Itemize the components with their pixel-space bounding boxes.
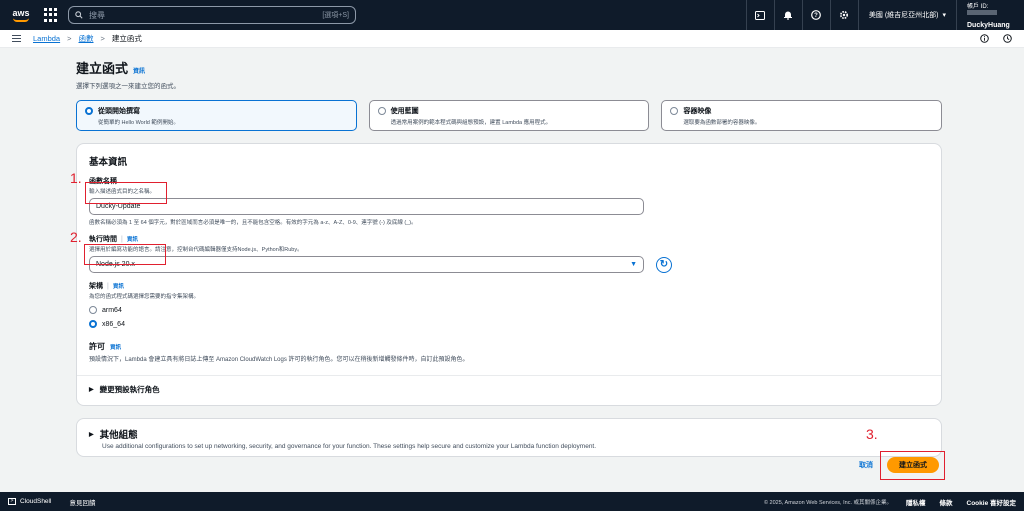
privacy-link[interactable]: 隱私權	[906, 497, 926, 507]
expander-label: 變更預設執行角色	[99, 385, 160, 394]
chevron-right-icon: >	[67, 34, 72, 43]
tile-title: 容器映像	[683, 108, 712, 115]
breadcrumb-lambda[interactable]: Lambda	[33, 34, 60, 43]
arch-option-x86-64[interactable]: x86_64	[89, 320, 929, 328]
caret-down-icon: ▼	[630, 261, 637, 268]
terms-link[interactable]: 條款	[940, 497, 953, 507]
divider	[77, 375, 941, 376]
permissions-label: 許可 資訊	[89, 342, 122, 351]
tile-desc: 選取要為函數部署的容器映像。	[683, 120, 761, 126]
other-config-desc: Use additional configurations to set up …	[102, 443, 597, 450]
cancel-button[interactable]: 取消	[859, 460, 873, 470]
chevron-right-icon: >	[100, 34, 105, 43]
notifications-bell-icon[interactable]	[773, 0, 802, 30]
radio-unselected-icon[interactable]	[670, 107, 679, 115]
breadcrumb-functions[interactable]: 函數	[79, 33, 94, 44]
page-header: 建立函式 資訊	[76, 58, 942, 77]
annotation-box-create-button	[880, 451, 945, 480]
page-title: 建立函式	[76, 61, 129, 76]
breadcrumb-current: 建立函式	[111, 34, 142, 43]
region-selector[interactable]: 美國 (維吉尼亞州北部) ▾	[857, 0, 956, 30]
page-subtitle: 選擇下列選項之一來建立您的函式。	[76, 83, 180, 90]
radio-selected-icon[interactable]	[85, 107, 93, 115]
info-circle-icon[interactable]	[980, 34, 989, 43]
copyright: © 2025, Amazon Web Services, Inc. 或其關係企業…	[763, 499, 893, 506]
function-name-label: 函數名稱	[89, 178, 117, 185]
caret-right-icon: ▶	[89, 431, 94, 438]
refresh-icon[interactable]: ↻	[656, 256, 672, 273]
page-info-link[interactable]: 資訊	[133, 66, 145, 75]
top-navigation: aws 搜尋 [選項+S] ? 美國 (維吉尼亞州北部) ▾ 帳戶 ID: Du…	[0, 0, 1024, 30]
function-name-input[interactable]: Ducky-Update	[89, 198, 644, 215]
tile-title: 從頭開始撰寫	[98, 108, 140, 115]
runtime-label: 執行時間 | 資訊	[89, 235, 138, 244]
search-icon	[75, 11, 83, 19]
region-label: 美國 (維吉尼亞州北部)	[868, 12, 939, 19]
chevron-down-icon: ▾	[942, 12, 946, 19]
main-content: 建立函式 資訊 選擇下列選項之一來建立您的函式。 從頭開始撰寫 從簡單的 Hel…	[76, 48, 943, 473]
other-config-heading: ▶ 其他組態	[89, 430, 138, 441]
change-default-role-expander[interactable]: ▶ 變更預設執行角色	[89, 384, 929, 395]
feedback-link[interactable]: 意見回饋	[69, 497, 95, 507]
account-id-redacted	[967, 9, 997, 15]
svg-text:?: ?	[815, 13, 819, 19]
function-name-desc: 輸入描述函式目的之名稱。	[89, 189, 156, 195]
caret-right-icon: ▶	[89, 387, 94, 393]
arch-option-arm64[interactable]: arm64	[89, 306, 929, 314]
annotation-step-2: 2.	[70, 229, 82, 245]
radio-unselected-icon[interactable]	[89, 306, 97, 314]
annotation-step-1: 1.	[70, 170, 82, 186]
permissions-desc: 預設情況下，Lambda 會建立具有將日誌上傳至 Amazon CloudWat…	[89, 357, 469, 363]
menu-hamburger-icon[interactable]	[12, 33, 21, 44]
search-placeholder: 搜尋	[89, 10, 105, 20]
arch-option-label: arm64	[102, 306, 122, 314]
search-shortcut: [選項+S]	[322, 12, 349, 19]
annotation-box-function-name	[85, 182, 167, 204]
creation-options: 從頭開始撰寫 從簡單的 Hello World 範例開始。 使用藍圖 透過常用案…	[76, 100, 943, 131]
architecture-info-link[interactable]: 資訊	[113, 282, 124, 290]
terminal-icon: >	[8, 498, 16, 505]
radio-selected-icon[interactable]	[89, 320, 97, 328]
tile-container-image[interactable]: 容器映像 選取要為函數部署的容器映像。	[661, 100, 943, 131]
breadcrumb-bar: Lambda > 函數 > 建立函式	[0, 30, 1024, 48]
cloudshell-link[interactable]: > CloudShell	[8, 498, 51, 505]
search-input[interactable]: 搜尋 [選項+S]	[68, 6, 356, 24]
aws-smile-icon	[13, 18, 29, 22]
account-menu[interactable]: 帳戶 ID: DuckyHuang	[956, 0, 1016, 30]
runtime-desc: 選擇用於編寫功能的語言。請注意，控制台代碼編輯器僅支持Node.js、Pytho…	[89, 247, 303, 253]
arch-option-label: x86_64	[102, 320, 125, 328]
footer: > CloudShell 意見回饋 © 2025, Amazon Web Ser…	[0, 492, 1024, 511]
tile-desc: 透過常用案例的範本程式碼與組態預設，建置 Lambda 應用程式。	[390, 120, 552, 126]
annotation-step-3: 3.	[866, 426, 878, 442]
tile-title: 使用藍圖	[390, 108, 419, 115]
services-menu-icon[interactable]	[44, 8, 58, 22]
other-config-panel[interactable]: ▶ 其他組態 Use additional configurations to …	[76, 418, 942, 457]
radio-unselected-icon[interactable]	[377, 107, 386, 115]
architecture-desc: 為您的函式程式碼選擇您需要的指令集架構。	[89, 294, 200, 300]
notifications-clock-icon[interactable]	[1003, 34, 1012, 43]
tile-desc: 從簡單的 Hello World 範例開始。	[98, 120, 179, 126]
basic-info-panel: 基本資訊 函數名稱 輸入描述函式目的之名稱。 Ducky-Update 函數名稱…	[76, 143, 942, 406]
cookie-preferences-link[interactable]: Cookie 喜好設定	[967, 497, 1016, 507]
basic-info-heading: 基本資訊	[89, 157, 128, 168]
tile-author-from-scratch[interactable]: 從頭開始撰寫 從簡單的 Hello World 範例開始。	[76, 100, 357, 131]
settings-gear-icon[interactable]	[829, 0, 858, 30]
function-name-constraint: 函數名稱必須為 1 至 64 個字元，對於區域而言必須是唯一的，且不能包含空格。…	[89, 220, 417, 226]
aws-logo[interactable]: aws	[8, 5, 34, 25]
form-actions: 取消 建立函式	[76, 457, 942, 473]
permissions-info-link[interactable]: 資訊	[110, 343, 121, 351]
runtime-select[interactable]: Node.js 20.x ▼	[89, 256, 644, 273]
architecture-label: 架構 | 資訊	[89, 282, 124, 291]
cloudshell-icon[interactable]	[745, 0, 774, 30]
help-icon[interactable]: ?	[801, 0, 830, 30]
runtime-info-link[interactable]: 資訊	[127, 235, 138, 243]
aws-logo-text: aws	[12, 7, 30, 18]
annotation-box-runtime	[84, 244, 166, 265]
username: DuckyHuang	[967, 22, 1010, 30]
tile-use-blueprint[interactable]: 使用藍圖 透過常用案例的範本程式碼與組態預設，建置 Lambda 應用程式。	[368, 100, 650, 131]
